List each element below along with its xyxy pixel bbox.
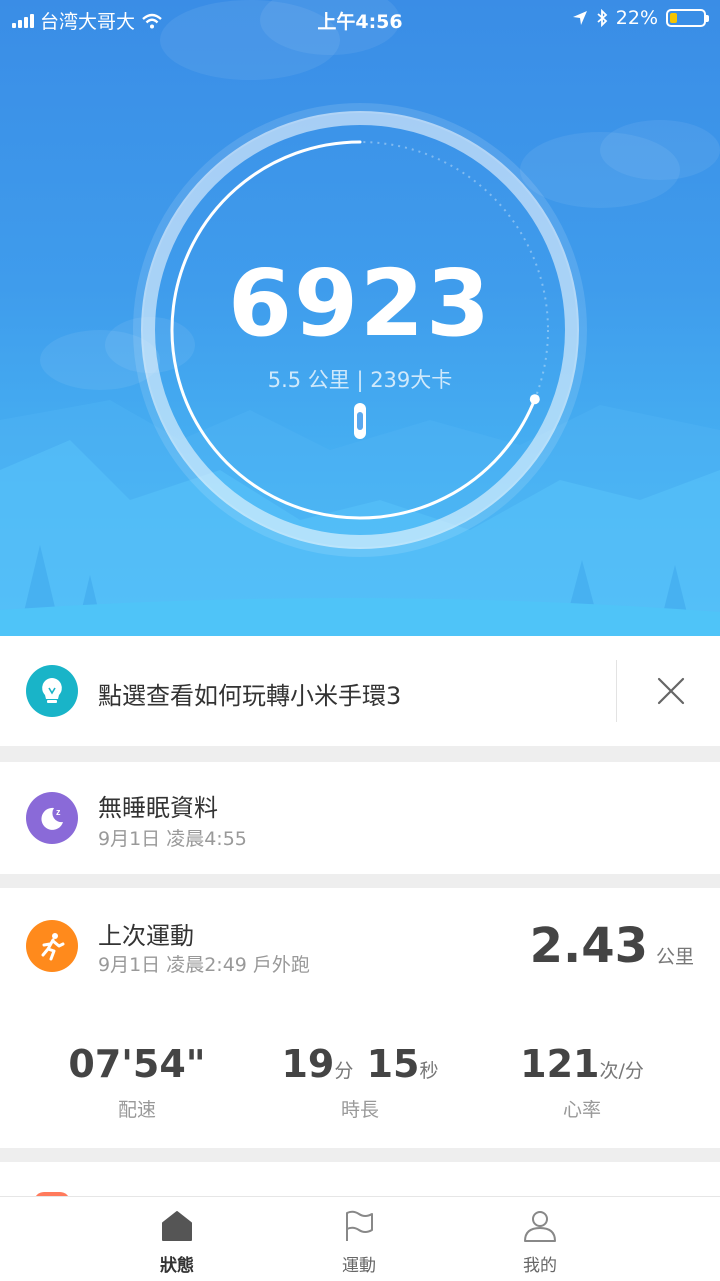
sleep-card[interactable]: z 無睡眠資料 9月1日 凌晨4:55: [0, 762, 720, 874]
duration-minutes: 19: [281, 1042, 335, 1086]
duration-seconds: 15: [366, 1042, 420, 1086]
pace-metric: 07'54" 配速: [27, 1045, 247, 1122]
step-progress-marker: [529, 394, 540, 405]
workout-subtitle: 9月1日 凌晨2:49 戶外跑: [98, 954, 310, 976]
duration-seconds-unit: 秒: [419, 1060, 439, 1082]
pace-value: 07'54": [68, 1042, 206, 1086]
duration-label: 時長: [340, 1099, 379, 1121]
battery-icon: [666, 9, 709, 27]
step-count[interactable]: 6923: [0, 258, 720, 350]
workout-distance-unit: 公里: [655, 946, 694, 968]
home-icon: [162, 1211, 192, 1241]
tab-workout-label: 運動: [342, 1256, 376, 1276]
svg-text:z: z: [56, 807, 61, 817]
workout-title: 上次運動: [98, 922, 194, 950]
tip-card[interactable]: 點選查看如何玩轉小米手環3: [0, 636, 720, 746]
person-icon: [524, 1211, 556, 1242]
tab-profile-label: 我的: [523, 1256, 557, 1276]
tab-workout[interactable]: 運動: [299, 1209, 419, 1276]
sleep-title: 無睡眠資料: [98, 794, 218, 822]
workout-distance-value: 2.43: [529, 918, 648, 974]
tab-status-label: 狀態: [160, 1256, 194, 1276]
close-icon[interactable]: [648, 668, 694, 714]
duration-metric: 19分 15秒 時長: [250, 1045, 470, 1122]
heart-rate-label: 心率: [562, 1099, 601, 1121]
mi-band-icon[interactable]: [350, 402, 370, 440]
divider: [616, 660, 617, 722]
heart-rate-value: 121: [520, 1042, 600, 1086]
lightbulb-icon: [26, 665, 78, 717]
hero-section: 台湾大哥大 上午4:56 22% 6923 5.5 公里 | 239大卡: [0, 0, 720, 636]
status-bar: 台湾大哥大 上午4:56 22%: [0, 0, 720, 38]
battery-percent: 22%: [615, 7, 658, 29]
tab-status[interactable]: 狀態: [117, 1209, 237, 1276]
tab-bar: 狀態 運動 我的: [0, 1196, 720, 1281]
tip-text: 點選查看如何玩轉小米手環3: [98, 682, 402, 710]
location-icon: [572, 11, 587, 25]
flag-icon: [346, 1210, 373, 1241]
runner-icon: [26, 920, 78, 972]
bluetooth-icon: [597, 9, 608, 27]
heart-rate-unit: 次/分: [599, 1060, 644, 1082]
duration-minutes-unit: 分: [334, 1060, 354, 1082]
pace-label: 配速: [117, 1099, 156, 1121]
distance-calories: 5.5 公里 | 239大卡: [267, 368, 453, 392]
tab-profile[interactable]: 我的: [480, 1209, 600, 1276]
sleep-subtitle: 9月1日 凌晨4:55: [98, 828, 247, 850]
moon-icon: z: [26, 792, 78, 844]
heart-rate-metric: 121次/分 心率: [472, 1045, 692, 1122]
